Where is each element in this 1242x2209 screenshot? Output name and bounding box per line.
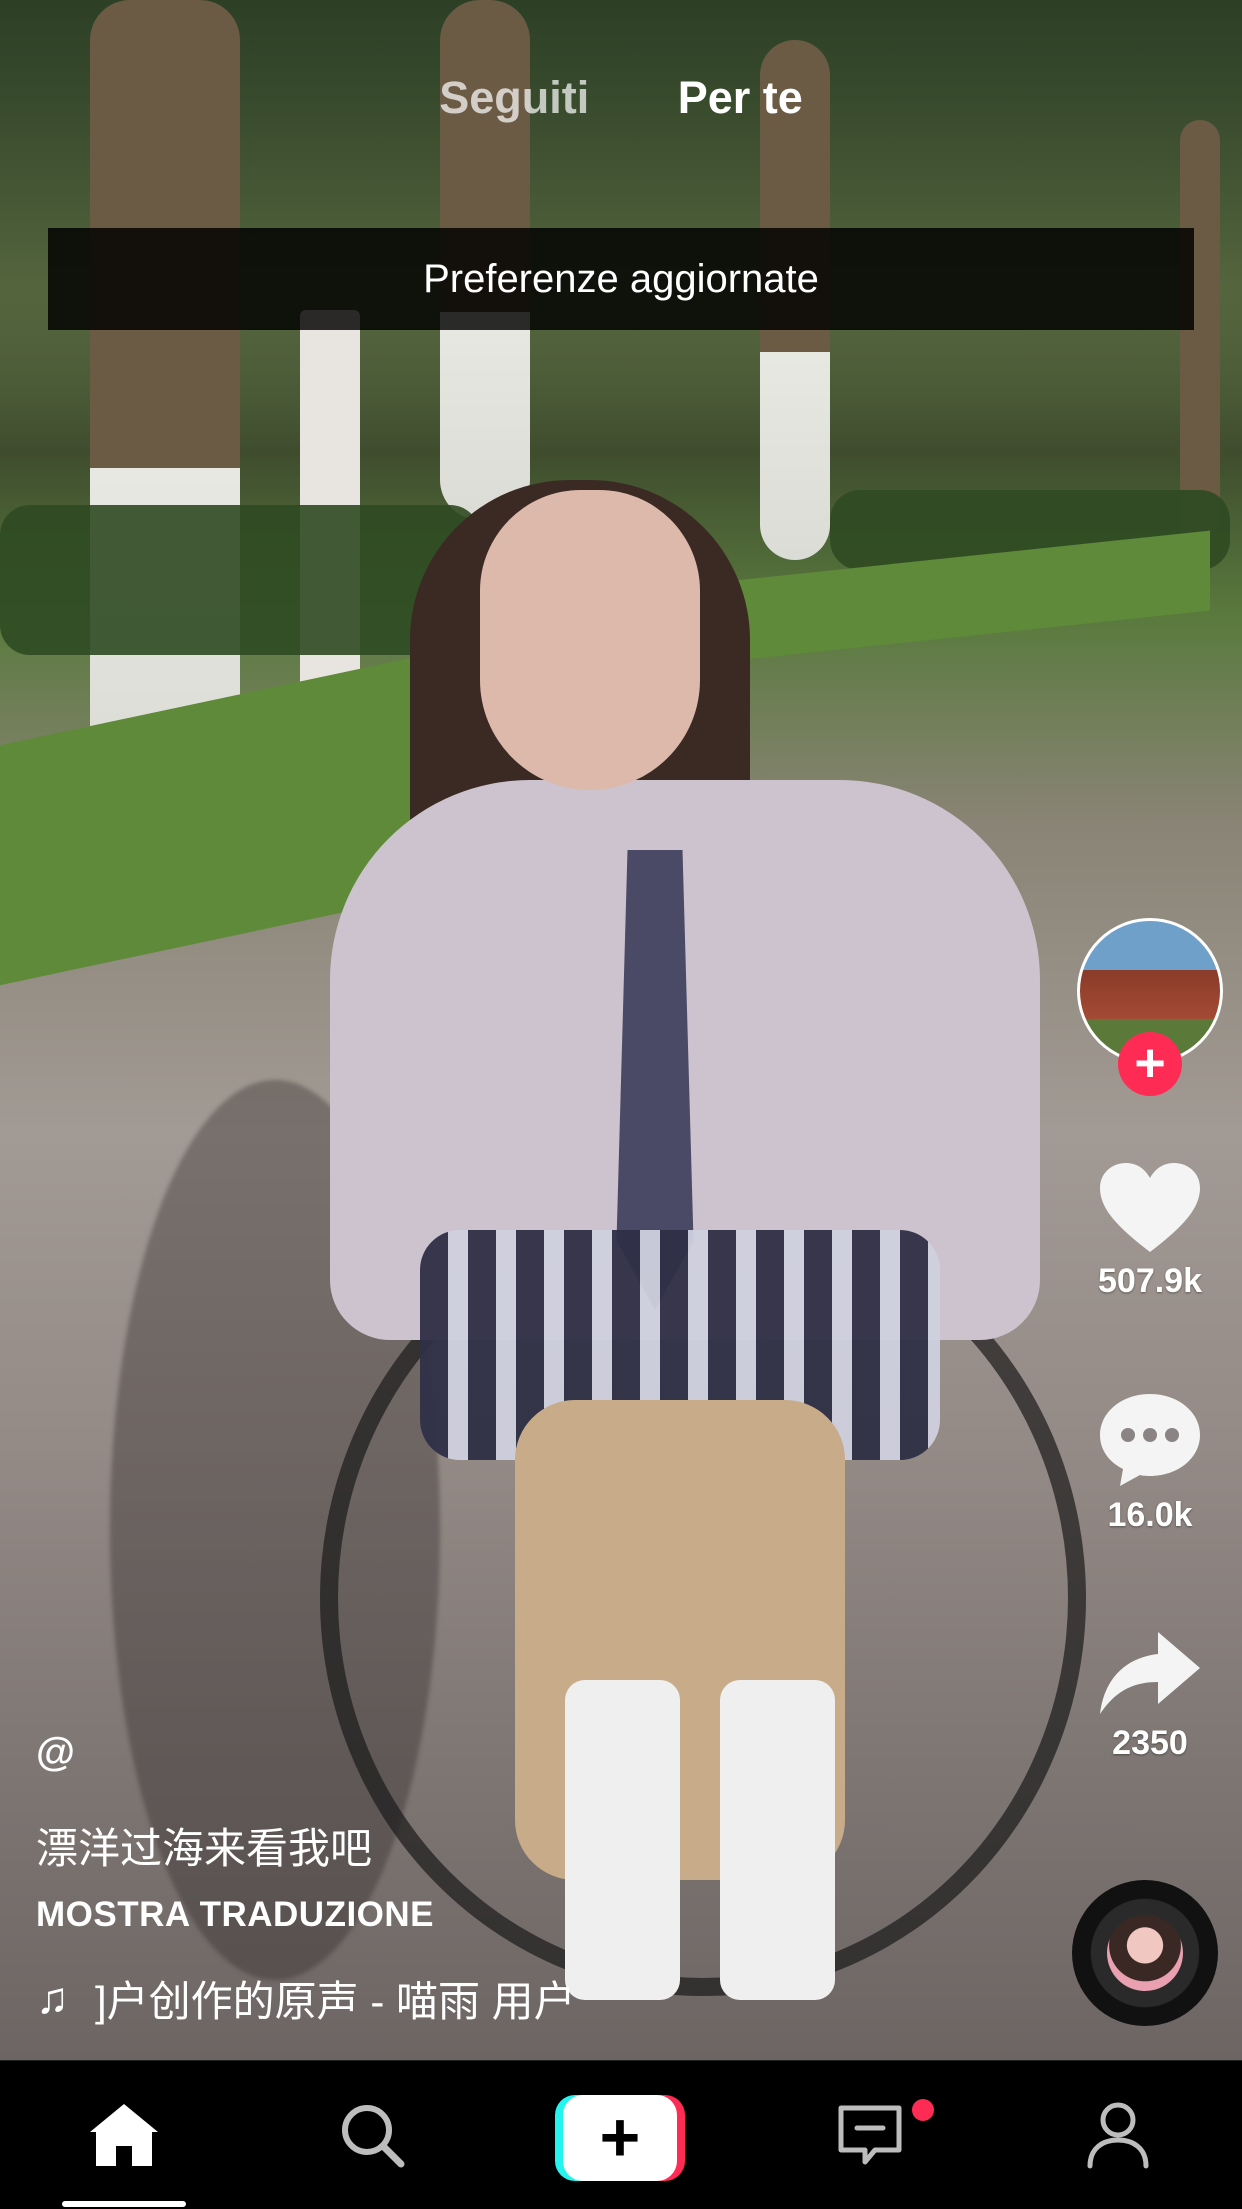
comment-count: 16.0k bbox=[1107, 1496, 1193, 1534]
create-icon: + bbox=[563, 2095, 677, 2181]
music-title: ]户创作的原声 - 喵雨 用户 bbox=[95, 1978, 576, 2025]
home-icon bbox=[90, 2104, 158, 2166]
feed-tabs: Seguiti Per te bbox=[0, 72, 1242, 124]
nav-profile[interactable] bbox=[1056, 2061, 1180, 2209]
follow-button[interactable]: + bbox=[1118, 1032, 1182, 1096]
person-sock bbox=[720, 1680, 835, 2000]
music-note-icon: ♫ bbox=[36, 1973, 69, 2023]
music-disc[interactable] bbox=[1072, 1880, 1218, 2026]
music-disc-cover bbox=[1107, 1915, 1183, 1991]
search-icon bbox=[342, 2105, 405, 2168]
tab-for-you[interactable]: Per te bbox=[678, 72, 803, 124]
person-head bbox=[480, 490, 700, 790]
profile-icon bbox=[1087, 2102, 1149, 2169]
heart-icon bbox=[1100, 1163, 1200, 1252]
show-translation-link[interactable]: MOSTRA TRADUZIONE bbox=[36, 1895, 434, 1935]
nav-inbox[interactable] bbox=[808, 2061, 932, 2209]
comment-button[interactable]: 16.0k bbox=[1080, 1390, 1220, 1535]
share-icon bbox=[1100, 1632, 1200, 1714]
creator-handle[interactable]: @ bbox=[36, 1730, 75, 1775]
create-button[interactable]: + bbox=[555, 2095, 685, 2181]
like-button[interactable]: 507.9k bbox=[1080, 1160, 1220, 1301]
music-ticker[interactable]: ♫ ]户创作的原声 - 喵雨 用户 bbox=[36, 1968, 716, 2029]
person-sock bbox=[565, 1680, 680, 2000]
inbox-icon bbox=[838, 2105, 902, 2165]
inbox-notification-dot bbox=[912, 2099, 934, 2121]
bottom-nav: + bbox=[0, 2060, 1242, 2209]
toast-message: Preferenze aggiornate bbox=[48, 228, 1194, 330]
like-count: 507.9k bbox=[1098, 1262, 1202, 1300]
nav-home[interactable] bbox=[62, 2061, 186, 2209]
comment-icon bbox=[1100, 1394, 1200, 1486]
post-caption: 漂洋过海来看我吧 bbox=[36, 1825, 373, 1872]
share-button[interactable]: 2350 bbox=[1080, 1628, 1220, 1763]
hedge bbox=[0, 505, 480, 655]
share-count: 2350 bbox=[1112, 1724, 1188, 1762]
nav-discover[interactable] bbox=[310, 2061, 434, 2209]
active-tab-indicator bbox=[62, 2201, 186, 2207]
background-tree bbox=[1180, 120, 1220, 540]
tab-following[interactable]: Seguiti bbox=[439, 72, 589, 124]
